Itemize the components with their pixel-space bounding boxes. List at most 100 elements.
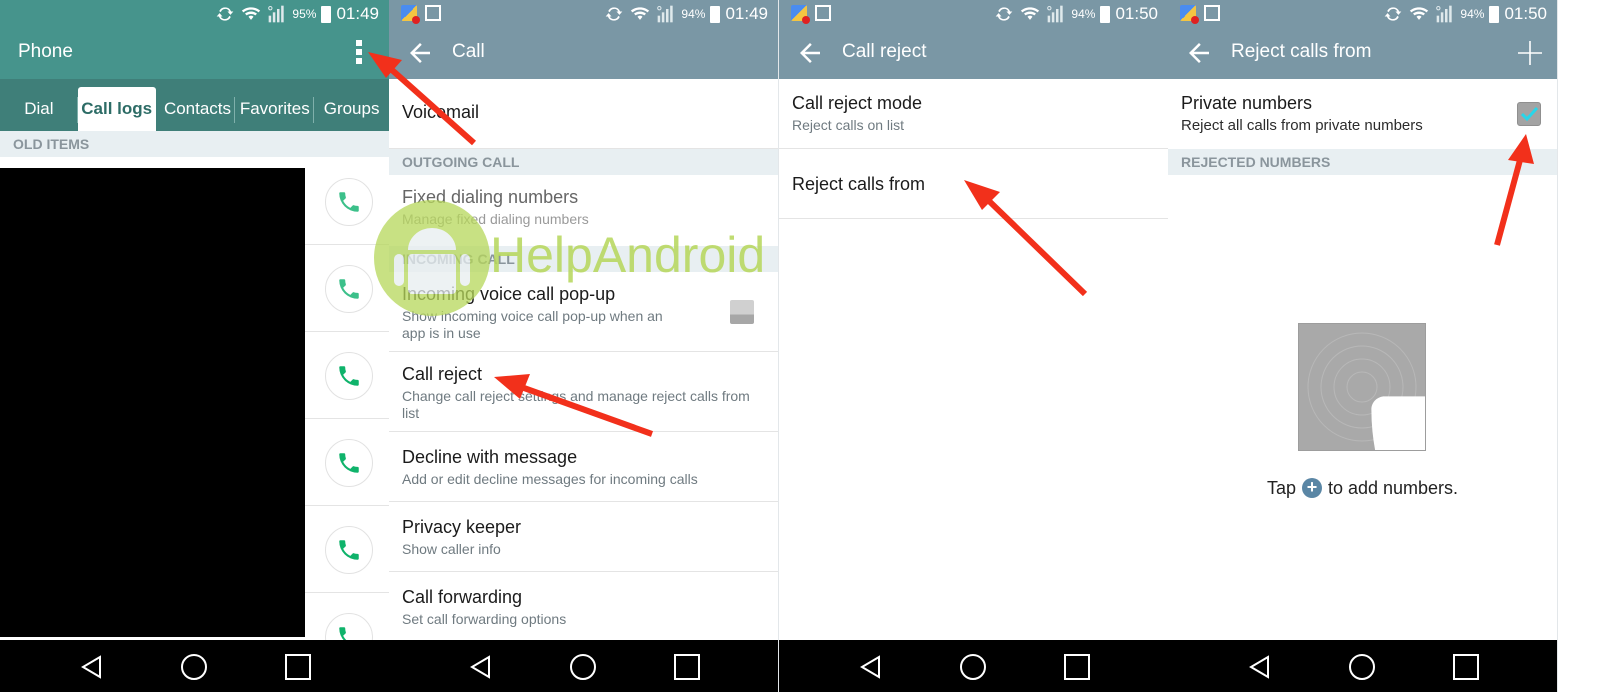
back-nav-icon[interactable] xyxy=(857,653,885,681)
item-subtitle: Manage fixed dialing numbers xyxy=(402,211,589,227)
tab-call-logs[interactable]: Call logs xyxy=(77,87,156,131)
item-title: Voicemail xyxy=(402,102,480,122)
sync-icon xyxy=(215,4,235,24)
back-arrow-icon[interactable] xyxy=(795,38,825,68)
section-header-incoming-call: INCOMING CALL xyxy=(389,246,778,272)
call-settings-screen: 94% 01:49 Call Voicemail OUTGOING CALL F… xyxy=(389,0,779,692)
screen-title: Reject calls from xyxy=(1231,41,1372,62)
checkmark-icon xyxy=(1520,106,1539,122)
item-subtitle: Show incoming voice call pop-up when an … xyxy=(402,308,663,341)
call-button-icon[interactable] xyxy=(325,178,373,226)
home-nav-icon[interactable] xyxy=(959,653,987,681)
image-notification-icon xyxy=(425,5,441,21)
navigation-bar xyxy=(779,640,1168,692)
battery-percent: 95% xyxy=(292,7,317,21)
wifi-icon xyxy=(1408,4,1430,24)
item-title: Decline with message xyxy=(402,447,578,467)
item-subtitle: Show caller info xyxy=(402,541,501,557)
plus-icon[interactable] xyxy=(1517,40,1543,66)
wifi-icon xyxy=(629,4,651,24)
cleaner-notification-icon xyxy=(791,5,810,24)
empty-state-message: Tap + to add numbers. xyxy=(1168,478,1557,499)
voicemail-item[interactable]: Voicemail xyxy=(389,79,778,149)
battery-icon xyxy=(710,5,721,23)
signal-icon xyxy=(1435,4,1455,24)
item-title: Call reject mode xyxy=(792,93,923,113)
call-reject-item[interactable]: Call reject Change call reject settings … xyxy=(389,352,778,432)
recents-nav-icon[interactable] xyxy=(1452,653,1480,681)
item-title: Incoming voice call pop-up xyxy=(402,284,616,304)
navigation-bar xyxy=(0,640,389,692)
navigation-bar xyxy=(389,640,778,692)
home-nav-icon[interactable] xyxy=(180,653,208,681)
tab-favorites[interactable]: Favorites xyxy=(235,87,314,131)
home-nav-icon[interactable] xyxy=(569,653,597,681)
item-title: Reject calls from xyxy=(792,174,926,194)
battery-percent: 94% xyxy=(1071,7,1096,21)
privacy-keeper-item[interactable]: Privacy keeper Show caller info xyxy=(389,502,778,572)
status-bar: 94% 01:49 xyxy=(389,0,778,28)
item-subtitle: Reject calls on list xyxy=(792,117,905,133)
signal-icon xyxy=(267,4,287,24)
back-arrow-icon[interactable] xyxy=(405,38,435,68)
call-button-icon[interactable] xyxy=(325,439,373,487)
call-button-icon[interactable] xyxy=(325,526,373,574)
app-bar: Reject calls from xyxy=(1168,28,1557,79)
private-numbers-item[interactable]: Private numbers Reject all calls from pr… xyxy=(1168,79,1557,149)
private-numbers-checkbox[interactable] xyxy=(1517,102,1541,126)
home-nav-icon[interactable] xyxy=(1348,653,1376,681)
empty-text-prefix: Tap xyxy=(1266,478,1296,498)
recents-nav-icon[interactable] xyxy=(284,653,312,681)
empty-state-phone-illustration xyxy=(1298,323,1426,451)
section-header-outgoing-call: OUTGOING CALL xyxy=(389,149,778,175)
item-title: Call forwarding xyxy=(402,587,523,607)
signal-icon xyxy=(1046,4,1066,24)
call-button-icon[interactable] xyxy=(325,352,373,400)
more-vert-icon[interactable] xyxy=(355,40,363,66)
battery-icon xyxy=(1100,5,1111,23)
tab-contacts[interactable]: Contacts xyxy=(160,87,236,131)
clock: 01:49 xyxy=(725,4,768,23)
wifi-icon xyxy=(240,4,262,24)
reject-calls-from-item[interactable]: Reject calls from xyxy=(779,149,1168,219)
back-arrow-icon[interactable] xyxy=(1184,38,1214,68)
call-button-icon[interactable] xyxy=(325,265,373,313)
phone-tabs: Dial Call logs Contacts Favorites Groups xyxy=(0,79,389,131)
call-reject-mode-item[interactable]: Call reject mode Reject calls on list xyxy=(779,79,1168,149)
back-nav-icon[interactable] xyxy=(78,653,106,681)
recents-nav-icon[interactable] xyxy=(1063,653,1091,681)
incoming-voice-call-popup-item[interactable]: Incoming voice call pop-up Show incoming… xyxy=(389,272,778,352)
redacted-area xyxy=(0,168,305,637)
image-notification-icon xyxy=(1204,5,1220,21)
item-title: Call reject xyxy=(402,364,483,384)
sync-icon xyxy=(604,4,624,24)
back-nav-icon[interactable] xyxy=(1246,653,1274,681)
back-nav-icon[interactable] xyxy=(467,653,495,681)
section-header-rejected-numbers: REJECTED NUMBERS xyxy=(1168,149,1557,175)
battery-icon xyxy=(1489,5,1500,23)
screen-title: Call reject xyxy=(842,41,927,62)
tab-groups[interactable]: Groups xyxy=(314,87,389,131)
recents-nav-icon[interactable] xyxy=(673,653,701,681)
section-header-old-items: OLD ITEMS xyxy=(0,131,389,157)
decline-with-message-item[interactable]: Decline with message Add or edit decline… xyxy=(389,432,778,502)
call-forwarding-item[interactable]: Call forwarding Set call forwarding opti… xyxy=(389,572,778,642)
signal-icon xyxy=(656,4,676,24)
tab-dial[interactable]: Dial xyxy=(0,87,78,131)
status-bar: 94% 01:50 xyxy=(779,0,1168,28)
clock: 01:49 xyxy=(336,4,379,23)
image-notification-icon xyxy=(815,5,831,21)
empty-text-suffix: to add numbers. xyxy=(1327,478,1459,498)
item-subtitle: Reject all calls from private numbers xyxy=(1181,117,1423,134)
fixed-dialing-numbers-item[interactable]: Fixed dialing numbers Manage fixed diali… xyxy=(389,175,778,239)
incoming-popup-checkbox[interactable] xyxy=(730,300,754,324)
battery-percent: 94% xyxy=(681,7,706,21)
cleaner-notification-icon xyxy=(401,5,420,24)
add-circle-icon: + xyxy=(1301,478,1322,498)
sync-icon xyxy=(1383,4,1403,24)
clock: 01:50 xyxy=(1115,4,1158,23)
battery-percent: 94% xyxy=(1460,7,1485,21)
wifi-icon xyxy=(1019,4,1041,24)
item-subtitle: Set call forwarding options xyxy=(402,611,567,627)
status-bar: 94% 01:50 xyxy=(1168,0,1557,28)
